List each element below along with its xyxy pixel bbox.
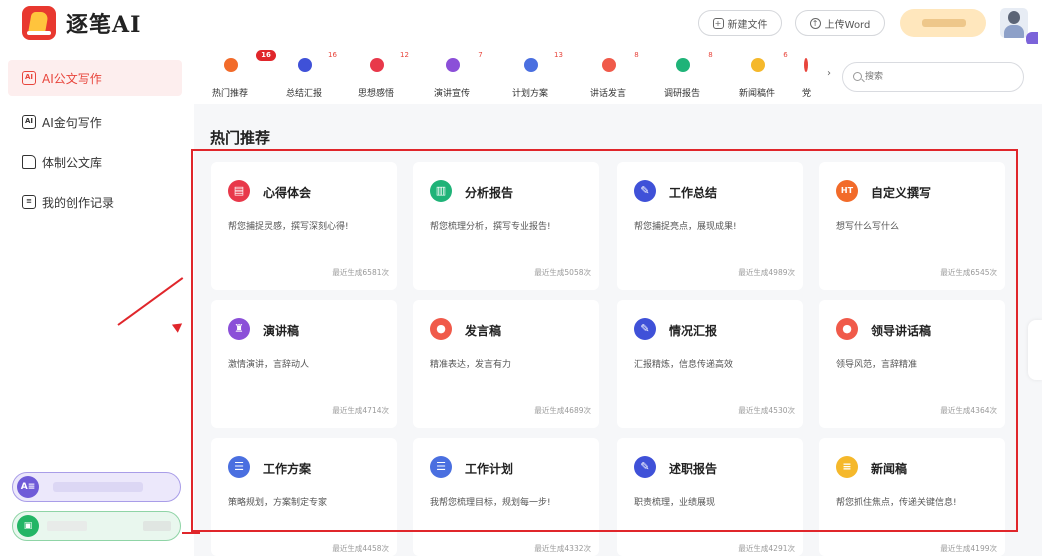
tab-label: 演讲宣传	[433, 89, 470, 99]
tab-3[interactable]: 演讲宣传 7	[416, 44, 488, 104]
sidebar-item-doc-library[interactable]: 体制公文库	[8, 144, 182, 180]
sidebar-item-label: 体制公文库	[42, 155, 103, 170]
tab-1[interactable]: 总结汇报 16	[268, 44, 340, 104]
app-logo[interactable]: 逐笔AI	[22, 6, 141, 40]
upload-word-label: 上传Word	[824, 19, 871, 31]
sidebar-item-ai-quotes[interactable]: AI AI金句写作	[8, 104, 182, 140]
tab-category-icon	[524, 58, 538, 72]
side-scroll-handle[interactable]	[1028, 320, 1042, 380]
search-icon	[853, 72, 862, 81]
tab-label: 计划方案	[511, 89, 548, 99]
app-name: 逐笔AI	[66, 12, 142, 38]
annotation-highlight-box	[191, 149, 1018, 532]
tab-5[interactable]: 讲话发言 8	[572, 44, 644, 104]
tab-count-badge: 16	[328, 51, 337, 59]
sidebar-item-label: AI金句写作	[42, 115, 102, 130]
tab-label: 总结汇报	[285, 89, 322, 99]
tab-4[interactable]: 计划方案 13	[494, 44, 566, 104]
card-usage-count: 最近生成4458次	[332, 544, 389, 553]
card-usage-count: 最近生成4199次	[940, 544, 997, 553]
tab-category-icon	[224, 58, 238, 72]
tab-count-badge: 8	[708, 51, 713, 59]
card-usage-count: 最近生成4332次	[534, 544, 591, 553]
category-tabs: 热门推荐 16 总结汇报 16 思想感悟 12 演讲宣传 7 计划方案 13 讲话发言 8 调研报告 8 新…	[194, 44, 1042, 104]
upload-word-button[interactable]: ↑ 上传Word	[795, 10, 885, 36]
tab-count-badge: 6	[783, 51, 788, 59]
new-file-label: 新建文件	[727, 19, 768, 31]
quote-icon: AI	[22, 115, 36, 129]
card-usage-count: 最近生成4291次	[738, 544, 795, 553]
tab-label: 党	[802, 89, 812, 99]
tab-7[interactable]: 新闻稿件 6	[721, 44, 793, 104]
tab-8[interactable]: 党	[798, 44, 826, 104]
sidebar: AI AI公文写作 AI AI金句写作 体制公文库 ≡ 我的创作记录 A≡ ▣	[0, 44, 194, 556]
doc-edit-icon: ▣	[17, 515, 39, 537]
tab-label: 调研报告	[663, 89, 700, 99]
tab-category-icon	[804, 58, 808, 72]
tab-label: 思想感悟	[357, 89, 394, 99]
sidebar-item-ai-writing[interactable]: AI AI公文写作	[8, 60, 182, 96]
logo-icon	[22, 6, 56, 40]
tab-count-badge: 13	[554, 51, 563, 59]
tab-label: 新闻稿件	[738, 89, 775, 99]
record-icon: ≡	[22, 195, 36, 209]
bottom-pill-purple[interactable]: A≡	[12, 472, 181, 502]
document-ai-icon: AI	[22, 71, 36, 85]
sidebar-item-label: AI公文写作	[42, 71, 102, 86]
membership-badge[interactable]	[900, 9, 986, 37]
blurred-text	[143, 521, 171, 531]
top-bar: 逐笔AI + 新建文件 ↑ 上传Word	[0, 0, 1042, 46]
folder-icon	[22, 155, 36, 169]
tab-category-icon	[751, 58, 765, 72]
search-input[interactable]	[865, 69, 1005, 85]
section-title: 热门推荐	[210, 129, 271, 147]
sidebar-item-my-records[interactable]: ≡ 我的创作记录	[8, 184, 182, 220]
tab-0[interactable]: 热门推荐 16	[194, 44, 276, 104]
cloud-upload-icon: ↑	[809, 17, 821, 29]
plus-doc-icon: +	[712, 17, 724, 29]
tab-label: 讲话发言	[589, 89, 626, 99]
tab-6[interactable]: 调研报告 8	[646, 44, 718, 104]
sidebar-item-label: 我的创作记录	[42, 195, 115, 210]
avatar[interactable]	[1000, 8, 1028, 38]
tab-count-badge: 8	[634, 51, 639, 59]
blurred-text	[47, 521, 87, 531]
chevron-right-icon[interactable]: ›	[827, 68, 831, 79]
tab-label: 热门推荐	[211, 89, 248, 99]
tab-category-icon	[602, 58, 616, 72]
tab-2[interactable]: 思想感悟 12	[340, 44, 412, 104]
new-file-button[interactable]: + 新建文件	[698, 10, 782, 36]
tab-category-icon	[676, 58, 690, 72]
tab-category-icon	[370, 58, 384, 72]
annotation-line	[182, 532, 200, 534]
search-box[interactable]	[842, 62, 1024, 92]
tab-count-badge: 12	[400, 51, 409, 59]
writing-assistant-icon: A≡	[17, 476, 39, 498]
tab-count-badge: 7	[478, 51, 483, 59]
tab-category-icon	[298, 58, 312, 72]
tab-category-icon	[446, 58, 460, 72]
blurred-text	[53, 482, 143, 492]
bottom-pill-green[interactable]: ▣	[12, 511, 181, 541]
